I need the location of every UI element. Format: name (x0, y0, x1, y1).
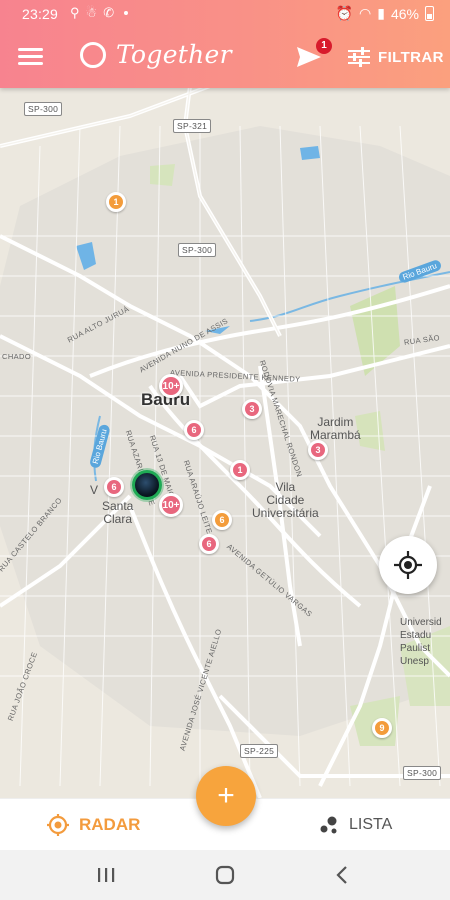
top-bar: 23:29 ⚲ ☃ ✆ ⏰ ◠ ▮ 46% Together 1 FILTRAR (0, 0, 450, 88)
road-shield: SP-300 (24, 102, 63, 116)
tab-radar-label: RADAR (79, 815, 141, 834)
map-marker[interactable]: 10+ (159, 374, 183, 398)
street-label: CHADO (2, 352, 32, 361)
menu-button[interactable] (14, 42, 46, 72)
recent-apps-button[interactable] (86, 860, 126, 890)
status-bar: 23:29 ⚲ ☃ ✆ ⏰ ◠ ▮ 46% (0, 0, 450, 28)
road-shield: SP-300 (178, 243, 217, 257)
back-chevron-icon (336, 866, 347, 884)
signal-sync-icon: ⚲ (70, 5, 80, 20)
status-notification-icons: ⚲ ☃ ✆ (70, 5, 129, 21)
tab-radar[interactable]: RADAR (46, 799, 140, 851)
map-marker[interactable]: 1 (230, 460, 250, 480)
place-label-vila-cidade: Vila Cidade Universitária (252, 480, 319, 520)
wifi-icon: ◠ (359, 5, 372, 21)
road-shield: SP-225 (240, 744, 279, 758)
whatsapp-icon: ✆ (103, 5, 115, 20)
status-system-icons: ⏰ ◠ ▮ 46% (336, 5, 434, 22)
radar-icon (47, 814, 69, 836)
map-marker[interactable]: 6 (199, 534, 219, 554)
filter-button[interactable]: FILTRAR (348, 42, 444, 72)
android-nav-bar (0, 850, 450, 900)
bubbles-icon (320, 816, 337, 834)
map-marker[interactable]: 3 (242, 399, 262, 419)
alarm-icon: ⏰ (335, 5, 354, 21)
tab-lista[interactable]: LISTA (318, 799, 392, 851)
map-marker[interactable]: 1 (106, 192, 126, 212)
cell-signal-icon: ▮ (377, 5, 385, 21)
filter-label: FILTRAR (378, 48, 444, 66)
map-marker[interactable]: 9 (372, 718, 392, 738)
sliders-icon (348, 47, 370, 67)
logo-ring-icon (80, 41, 106, 68)
home-button[interactable] (205, 860, 245, 890)
notification-badge: 1 (316, 38, 332, 54)
recents-icon (98, 868, 115, 882)
app-title: Together (116, 40, 232, 69)
map-view[interactable]: SP-300 SP-321 SP-300 SP-225 SP-300 RUA A… (0, 86, 450, 798)
map-marker[interactable]: 10+ (159, 493, 183, 517)
map-base (0, 86, 450, 798)
tab-lista-label: LISTA (349, 816, 393, 833)
map-marker[interactable]: 6 (104, 477, 124, 497)
snapchat-icon: ☃ (85, 5, 98, 20)
place-label-v: V (90, 483, 99, 497)
status-time: 23:29 (22, 6, 59, 22)
place-label-universidade: Universid Estadu Paulist Unesp (400, 617, 442, 667)
my-location-button[interactable] (379, 536, 437, 594)
battery-percent: 46% (390, 5, 419, 22)
road-shield: SP-300 (403, 766, 442, 780)
map-marker[interactable]: 6 (184, 420, 204, 440)
battery-icon (425, 6, 434, 21)
place-label-santa-clara: Santa Clara (102, 499, 134, 526)
add-button[interactable]: + (196, 766, 256, 826)
app-bar: Together 1 FILTRAR (0, 28, 450, 88)
map-marker[interactable]: 3 (308, 440, 328, 460)
more-notifications-dot-icon (124, 11, 129, 15)
messages-button[interactable]: 1 (296, 38, 332, 74)
road-shield: SP-321 (173, 119, 212, 133)
map-marker[interactable]: 6 (212, 510, 232, 530)
user-location-avatar[interactable] (132, 470, 162, 500)
back-button[interactable] (322, 860, 362, 890)
crosshair-icon (394, 551, 422, 579)
home-icon (215, 865, 235, 885)
place-label-jardim-maramba: Jardim Marambá (310, 415, 361, 442)
hamburger-icon (18, 48, 43, 51)
app-logo: Together (80, 40, 232, 69)
